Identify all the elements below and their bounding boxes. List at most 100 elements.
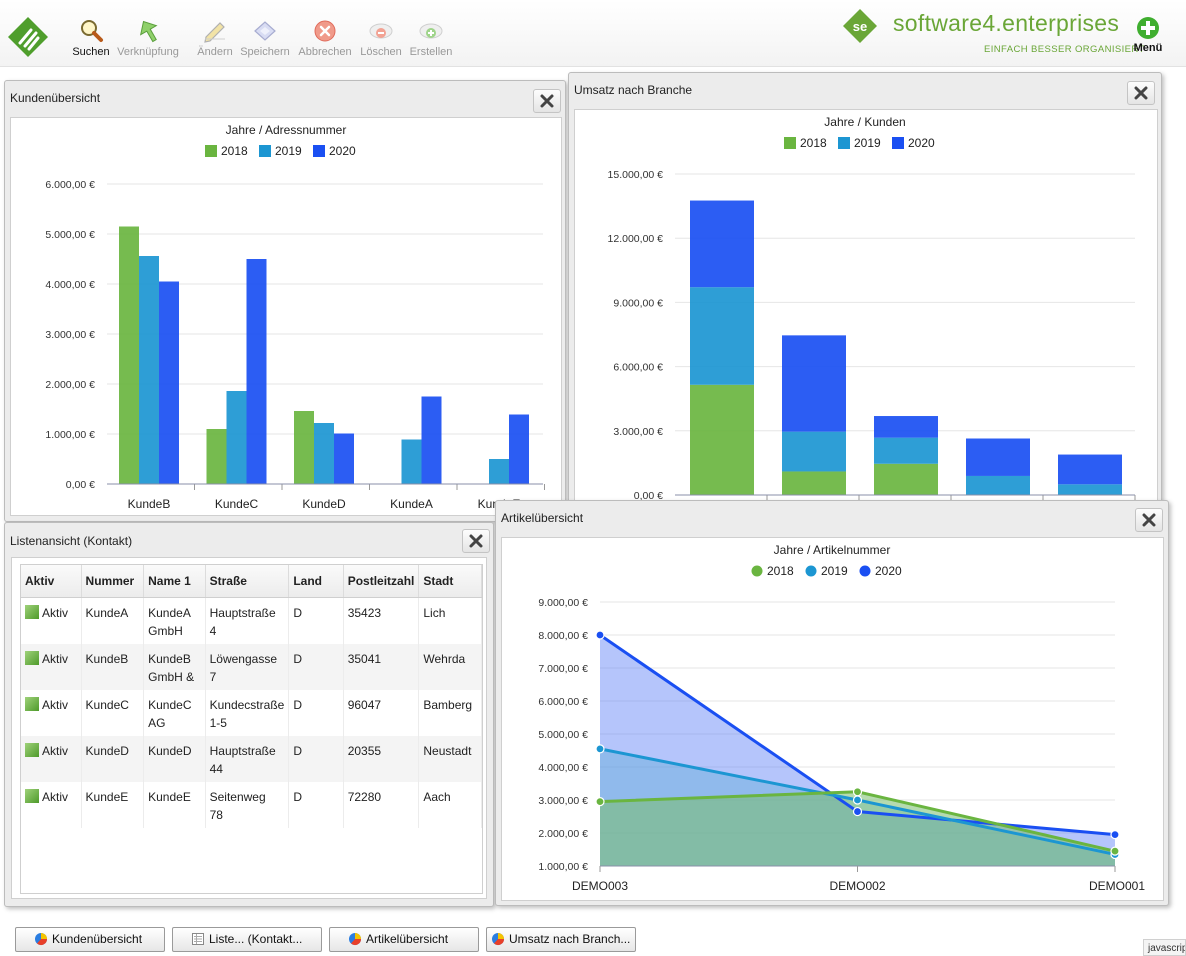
panel-kundenuebersicht: Kundenübersicht Jahre / Adressnummer 2018… [4, 80, 566, 522]
pencil-icon [204, 22, 225, 43]
y-tick-label: 8.000,00 € [538, 630, 588, 642]
table-row[interactable]: Aktiv KundeD KundeD Hauptstraße 44 D 20355 Neus… [21, 736, 482, 782]
column-header[interactable]: Land [288, 565, 344, 598]
menu-button[interactable]: Menü [1130, 16, 1166, 54]
data-point [1110, 846, 1120, 856]
chart-title: Jahre / Artikelnummer [774, 543, 891, 557]
data-point [595, 797, 605, 807]
taskbar-liste-kontakt[interactable]: Liste... (Kontakt... [172, 927, 322, 952]
legend-label: 2020 [908, 136, 935, 150]
table-cell-stadt: Aach [418, 782, 482, 828]
table-row[interactable]: Aktiv KundeC KundeC AG Kundecstraße 1-5 D 96047… [21, 690, 482, 736]
table-cell-name1: KundeD [143, 736, 206, 782]
bar [509, 414, 529, 484]
y-tick-label: 5.000,00 € [538, 729, 588, 741]
taskbar-label: Liste... (Kontakt... [209, 932, 303, 946]
create-button[interactable]: Erstellen [396, 18, 466, 58]
cancel-icon [314, 20, 336, 42]
status-text: javascript [1148, 943, 1185, 954]
table-row[interactable]: Aktiv KundeB KundeB GmbH & Löwengasse 7 D 35041… [21, 644, 482, 690]
bar [334, 433, 354, 484]
taskbar-kundenuebersicht[interactable]: Kundenübersicht [15, 927, 165, 952]
x-tick-label: KundeD [302, 497, 346, 511]
legend-label: 2018 [800, 136, 827, 150]
y-tick-label: 5.000,00 € [45, 229, 95, 241]
x-tick-label: KundeA [390, 497, 433, 511]
table-cell-aktiv: Aktiv [21, 597, 82, 644]
table-cell-land: D [288, 597, 344, 644]
panel-title: Listenansicht (Kontakt) [10, 534, 133, 548]
pie-chart-icon [492, 933, 505, 946]
close-button[interactable] [1127, 81, 1155, 105]
close-icon [1134, 86, 1148, 100]
bar-segment [782, 335, 846, 432]
legend-label: 2020 [875, 564, 902, 578]
bar-segment [966, 475, 1030, 495]
legend-marker [805, 565, 817, 577]
close-button[interactable] [533, 89, 561, 113]
taskbar-umsatz-nach-branche[interactable]: Umsatz nach Branch... [486, 927, 636, 952]
x-tick-label: KundeB [128, 497, 171, 511]
brand-name: software4.enterprises [893, 10, 1120, 36]
close-button[interactable] [1135, 508, 1163, 532]
delete-icon [369, 23, 393, 39]
legend-marker [859, 565, 871, 577]
column-header[interactable]: Name 1 [143, 565, 206, 598]
data-point [852, 787, 863, 797]
column-header[interactable]: Postleitzahl [343, 565, 420, 598]
data-point [595, 630, 605, 640]
link-button[interactable]: Verknüpfung [113, 18, 183, 58]
menu-label: Menü [1133, 42, 1163, 54]
table-cell-stadt: Lich [418, 597, 482, 644]
column-header[interactable]: Stadt [418, 565, 482, 598]
y-tick-label: 4.000,00 € [45, 279, 95, 291]
panel-artikeluebersicht: Artikelübersicht Jahre / Artikelnummer 20… [495, 500, 1169, 906]
column-header[interactable]: Nummer [81, 565, 145, 598]
bar-segment [690, 287, 754, 385]
bar-segment [782, 431, 846, 472]
app-logo-icon[interactable] [7, 16, 49, 58]
y-tick-label: 2.000,00 € [538, 828, 588, 840]
save-diamond-icon [254, 21, 276, 41]
pie-chart-icon [349, 933, 362, 946]
bar [159, 281, 179, 484]
active-status-icon [25, 605, 39, 619]
table-cell-aktiv: Aktiv [21, 644, 82, 690]
table-cell-aktiv: Aktiv [21, 782, 82, 828]
create-button-label: Erstellen [409, 46, 453, 58]
list-icon [192, 933, 204, 945]
contact-table: Aktiv Nummer Name 1 Straße Land Postleitzahl S… [21, 565, 482, 828]
bar [401, 439, 422, 484]
y-tick-label: 6.000,00 € [45, 179, 95, 191]
data-point [1110, 830, 1120, 840]
table-cell-name1: KundeA GmbH [143, 597, 206, 644]
x-tick-label: DEMO001 [1089, 879, 1145, 893]
y-tick-label: 3.000,00 € [45, 329, 95, 341]
y-tick-label: 1.000,00 € [538, 861, 588, 873]
table-cell-name1: KundeC AG [143, 690, 206, 736]
taskbar-artikeluebersicht[interactable]: Artikelübersicht [329, 927, 479, 952]
active-status-icon [25, 697, 39, 711]
legend-marker [892, 137, 904, 149]
table-row[interactable]: Aktiv KundeE KundeE Seitenweg 78 D 72280 Aach [21, 782, 482, 828]
brand-se-icon: se [843, 9, 877, 43]
table-cell-name1: KundeB GmbH & [143, 644, 206, 690]
chart-kunden-body: Jahre / Adressnummer 2018 2019 2020 0,00 € 1.… [10, 117, 562, 516]
close-button[interactable] [462, 529, 490, 553]
table-cell-stadt: Wehrda [418, 644, 482, 690]
table-cell-stadt: Bamberg [418, 690, 482, 736]
status-bar: javascript [1143, 939, 1186, 956]
bar-segment [874, 463, 938, 495]
panel-listenansicht: Listenansicht (Kontakt) Aktiv Nummer Name … [4, 522, 494, 907]
bar-segment [874, 416, 938, 438]
y-tick-label: 0,00 € [66, 479, 95, 491]
table-row[interactable]: Aktiv KundeA KundeA GmbH Hauptstraße 4 D 35423 L… [21, 597, 482, 644]
column-header[interactable]: Straße [205, 565, 290, 598]
y-tick-label: 4.000,00 € [538, 762, 588, 774]
table-cell-nummer: KundeB [81, 644, 145, 690]
table-cell-land: D [288, 644, 344, 690]
column-header[interactable]: Aktiv [21, 565, 82, 598]
table-cell-plz: 96047 [343, 690, 420, 736]
legend-marker [313, 145, 325, 157]
y-tick-label: 1.000,00 € [45, 429, 95, 441]
